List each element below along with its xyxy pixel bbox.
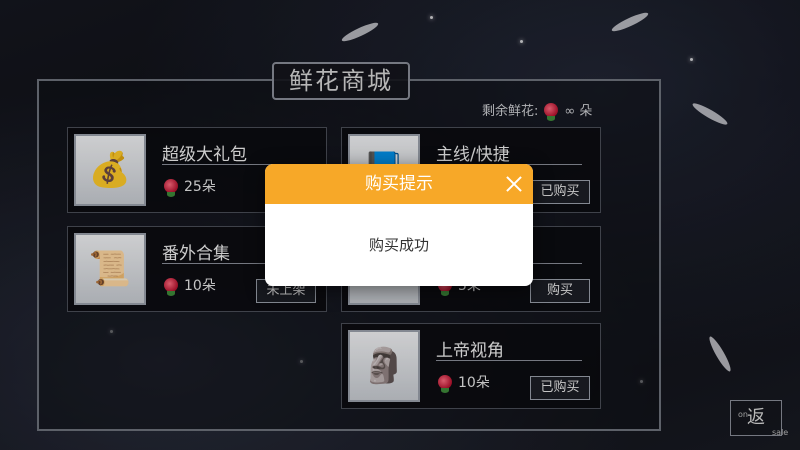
dialog-header: 购买提示: [265, 164, 533, 204]
dialog-title: 购买提示: [365, 174, 433, 194]
dialog-message: 购买成功: [368, 236, 429, 254]
close-icon[interactable]: [503, 173, 525, 195]
purchase-dialog: 购买提示 购买成功: [265, 164, 533, 286]
